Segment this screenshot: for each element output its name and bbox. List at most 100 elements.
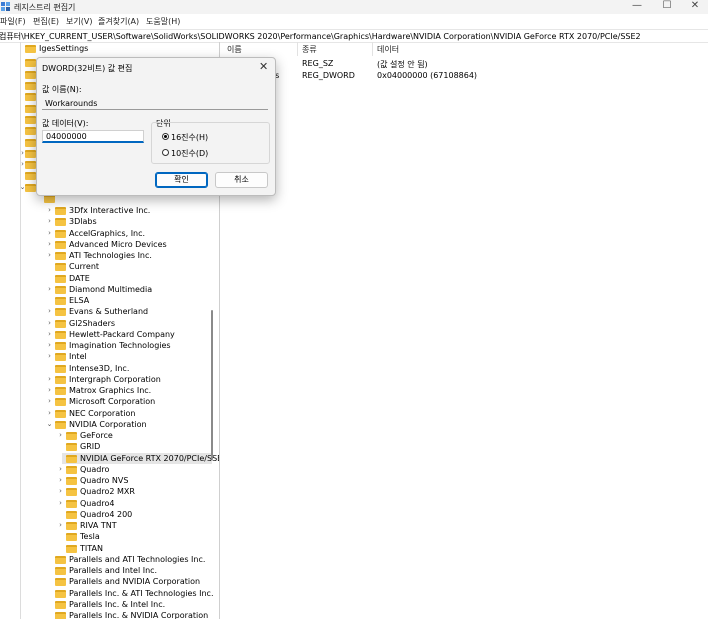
tree-item-nvidia-child[interactable]: Quadro4 200 [0, 509, 212, 520]
folder-icon [66, 510, 77, 519]
hex-radio-label[interactable]: 16진수(H) [171, 132, 208, 143]
value-data[interactable]: (값 설정 안 됨) [377, 59, 428, 70]
tree-item-vendor[interactable]: › Microsoft Corporation [0, 396, 212, 407]
value-data[interactable]: 0x04000000 (67108864) [377, 71, 477, 80]
chevron-right-icon[interactable]: › [46, 396, 53, 407]
folder-icon [55, 285, 66, 294]
tree-item-vendor[interactable]: › Evans & Sutherland [0, 306, 212, 317]
folder-icon [55, 364, 66, 373]
tree-item-vendor[interactable]: Parallels and ATI Technologies Inc. [0, 554, 212, 565]
tree-item-vendor[interactable]: › Hewlett-Packard Company [0, 329, 212, 340]
chevron-right-icon[interactable]: › [46, 205, 53, 216]
folder-icon [25, 139, 36, 147]
tree-item-vendor[interactable]: Parallels Inc. & ATI Technologies Inc. [0, 588, 214, 599]
chevron-right-icon[interactable]: › [57, 464, 64, 475]
chevron-right-icon[interactable]: › [57, 520, 64, 531]
chevron-right-icon[interactable]: › [46, 306, 53, 317]
tree-item-vendor[interactable]: › NEC Corporation [0, 408, 212, 419]
folder-icon [25, 127, 36, 135]
tree-item-label: Parallels Inc. & ATI Technologies Inc. [69, 588, 214, 598]
value-data-input[interactable]: 04000000 [42, 130, 144, 143]
menu-favorites[interactable]: 즐겨찾기(A) [98, 16, 139, 27]
folder-icon [25, 172, 36, 180]
tree-item-vendor[interactable]: Parallels Inc. & NVIDIA Corporation [0, 610, 212, 619]
tree-item-vendor[interactable]: DATE [0, 273, 212, 284]
menu-bar: 파일(F) 편집(E) 보기(V) 즐겨찾기(A) 도움말(H) [0, 15, 708, 28]
tree-item-vendor[interactable]: Current [0, 261, 212, 272]
column-header-type[interactable]: 종류 [302, 44, 317, 55]
tree-item-vendor[interactable]: › Intel [0, 351, 212, 362]
dec-radio[interactable] [162, 149, 169, 156]
column-header-data[interactable]: 데이터 [377, 44, 399, 55]
maximize-button[interactable]: ☐ [652, 0, 682, 14]
tree-item-nvidia-child[interactable]: › GeForce [0, 430, 212, 441]
chevron-right-icon[interactable]: › [46, 239, 53, 250]
tree-item-igessettings[interactable]: IgesSettings [0, 43, 212, 54]
tree-item-nvidia-child[interactable]: › Quadro4 [0, 498, 212, 509]
tree-item-vendor[interactable]: › Imagination Technologies [0, 340, 212, 351]
chevron-right-icon[interactable]: › [46, 318, 53, 329]
chevron-right-icon[interactable]: › [46, 216, 53, 227]
value-type[interactable]: REG_DWORD [302, 71, 355, 80]
menu-help[interactable]: 도움말(H) [146, 16, 180, 27]
tree-item-vendor[interactable]: › Matrox Graphics Inc. [0, 385, 212, 396]
tree-item-selected[interactable]: NVIDIA GeForce RTX 2070/PCIe/SSE2 [62, 452, 219, 464]
tree-item-nvidia-child[interactable]: GRID [0, 441, 212, 452]
tree-item-vendor[interactable]: › Advanced Micro Devices [0, 239, 212, 250]
tree-item-vendor[interactable]: › ATI Technologies Inc. [0, 250, 212, 261]
chevron-right-icon[interactable]: › [57, 498, 64, 509]
cancel-button[interactable]: 취소 [215, 172, 268, 188]
minimize-button[interactable]: — [622, 0, 652, 14]
tree-item-nvidia-child[interactable]: › Quadro NVS [0, 475, 212, 486]
chevron-down-icon[interactable]: ⌄ [46, 419, 53, 430]
chevron-right-icon[interactable]: › [46, 408, 53, 419]
dec-radio-label[interactable]: 10진수(D) [171, 148, 208, 159]
chevron-right-icon[interactable]: › [46, 284, 53, 295]
chevron-right-icon[interactable]: › [46, 329, 53, 340]
tree-item-label: Quadro [80, 464, 110, 474]
tree-item-label: Current [69, 262, 100, 272]
tree-item-vendor[interactable]: ELSA [0, 295, 212, 306]
chevron-right-icon[interactable]: › [46, 351, 53, 362]
tree-item-vendor[interactable]: Parallels and Intel Inc. [0, 565, 212, 576]
tree-item-nvidia-child[interactable]: Tesla [0, 531, 212, 542]
tree-item-vendor[interactable]: › Gl2Shaders [0, 318, 212, 329]
chevron-right-icon[interactable]: › [46, 374, 53, 385]
tree-item-vendor[interactable]: ⌄ NVIDIA Corporation [0, 419, 212, 430]
menu-edit[interactable]: 편집(E) [33, 16, 59, 27]
chevron-right-icon[interactable]: › [46, 228, 53, 239]
tree-item-vendor[interactable]: Parallels and NVIDIA Corporation [0, 576, 212, 587]
menu-view[interactable]: 보기(V) [66, 16, 92, 27]
menu-file[interactable]: 파일(F) [0, 16, 26, 27]
tree-item-vendor[interactable]: Parallels Inc. & Intel Inc. [0, 599, 212, 610]
tree-item-vendor[interactable]: › 3Dfx Interactive Inc. [0, 205, 212, 216]
tree-item-vendor[interactable]: › Intergraph Corporation [0, 374, 212, 385]
column-header-name[interactable]: 이름 [227, 44, 242, 55]
tree-item-nvidia-child[interactable]: TITAN [0, 543, 212, 554]
address-bar[interactable]: 컴퓨터\HKEY_CURRENT_USER\Software\SolidWork… [0, 29, 708, 43]
tree-scrollbar[interactable] [211, 310, 213, 460]
chevron-right-icon[interactable]: › [46, 340, 53, 351]
tree-item-vendor[interactable]: › Diamond Multimedia [0, 284, 212, 295]
folder-icon [25, 150, 36, 158]
tree-item-nvidia-child[interactable]: › Quadro [0, 464, 212, 475]
chevron-right-icon[interactable]: › [57, 430, 64, 441]
chevron-right-icon[interactable]: › [57, 486, 64, 497]
tree-item-label: Microsoft Corporation [69, 397, 156, 407]
tree-item-vendor[interactable]: › AccelGraphics, Inc. [0, 228, 212, 239]
chevron-right-icon[interactable]: › [46, 385, 53, 396]
address-path[interactable]: 컴퓨터\HKEY_CURRENT_USER\Software\SolidWork… [0, 31, 641, 42]
tree-item-nvidia-child[interactable]: › Quadro2 MXR [0, 486, 212, 497]
tree-item-nvidia-child[interactable]: › RIVA TNT [0, 520, 212, 531]
hex-radio[interactable] [162, 133, 169, 140]
value-type[interactable]: REG_SZ [302, 59, 333, 68]
tree-item-vendor[interactable]: Intense3D, Inc. [0, 363, 212, 374]
folder-icon [66, 533, 77, 542]
dialog-close-icon[interactable]: ✕ [259, 60, 268, 73]
tree-item-vendor[interactable]: › 3Dlabs [0, 216, 212, 227]
chevron-right-icon[interactable]: › [46, 250, 53, 261]
chevron-right-icon[interactable]: › [57, 475, 64, 486]
close-window-button[interactable]: ✕ [680, 0, 708, 14]
ok-button[interactable]: 확인 [155, 172, 208, 188]
tree-item-label: Hewlett-Packard Company [69, 329, 175, 339]
